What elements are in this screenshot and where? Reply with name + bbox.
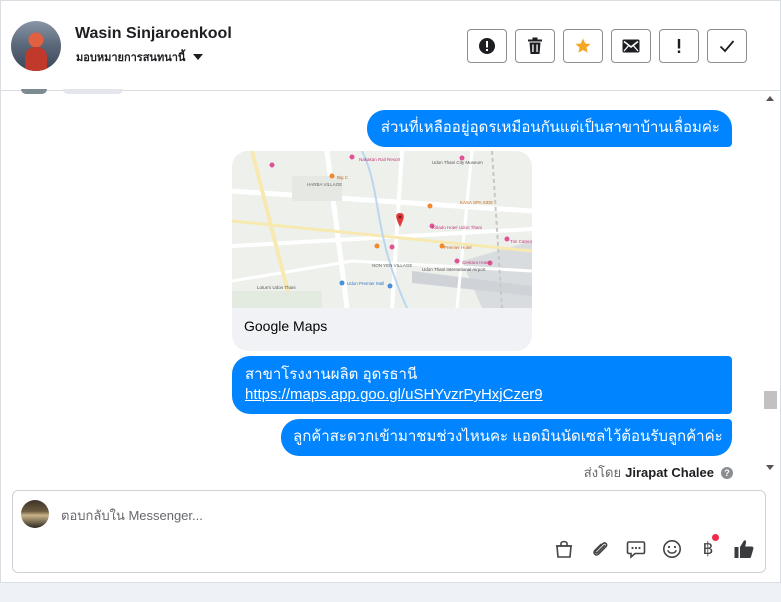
chat-bubble-icon <box>626 541 646 559</box>
previous-message-bubble <box>63 89 123 94</box>
assign-conversation-dropdown[interactable]: มอบหมายการสนทนานี้ <box>76 48 204 66</box>
scroll-up-arrow-icon[interactable] <box>766 96 774 101</box>
attach-button[interactable] <box>589 538 611 560</box>
contact-name[interactable]: Wasin Sinjaroenkool <box>75 25 232 43</box>
important-button[interactable] <box>659 29 699 63</box>
scroll-down-arrow-icon[interactable] <box>766 465 774 470</box>
message-bubble[interactable]: สาขาโรงงานผลิต อุดรธานี https://maps.app… <box>232 356 732 414</box>
svg-text:Udon Thani International Airpo: Udon Thani International Airport <box>422 267 486 272</box>
bag-button[interactable] <box>553 538 575 560</box>
svg-text:Tim Catering: Tim Catering <box>510 239 532 244</box>
payment-button[interactable]: ฿ <box>697 534 719 560</box>
check-icon <box>719 40 735 53</box>
alert-circle-icon <box>479 38 495 54</box>
message-scrollbar[interactable] <box>762 91 779 478</box>
saved-replies-button[interactable] <box>625 538 647 560</box>
exclamation-icon <box>677 39 681 53</box>
page-footer-strip <box>0 583 781 602</box>
sent-by-name[interactable]: Jirapat Chalee <box>625 465 714 480</box>
scroll-thumb[interactable] <box>764 391 777 409</box>
sent-by-line: ส่งโดย Jirapat Chalee ? <box>561 462 733 483</box>
message-bubble[interactable]: ส่วนที่เหลืออยู่อุดรเหมือนกันแต่เป็นสาขา… <box>367 110 732 147</box>
map-attachment-card[interactable]: Nakakan Rail Resort Udon Thani City Muse… <box>232 151 532 351</box>
emoji-button[interactable] <box>661 538 683 560</box>
conversation-header: Wasin Sinjaroenkool มอบหมายการสนทนานี้ <box>1 1 780 91</box>
page-avatar <box>21 500 49 528</box>
svg-text:Lotus's Udon Thani: Lotus's Udon Thani <box>257 285 296 290</box>
assign-label: มอบหมายการสนทนานี้ <box>76 52 186 64</box>
sent-by-prefix: ส่งโดย <box>583 465 622 480</box>
svg-text:Kitlado Hotel Udon Thani: Kitlado Hotel Udon Thani <box>432 225 482 230</box>
message-text: สาขาโรงงานผลิต อุดรธานี <box>245 366 418 383</box>
bag-icon <box>556 540 572 558</box>
trash-icon <box>528 37 542 54</box>
svg-text:Udon Premier Mall: Udon Premier Mall <box>347 281 384 286</box>
message-bubble[interactable]: ลูกค้าสะดวกเข้ามาชมช่วงไหนคะ แอดมินนัดเซ… <box>281 419 732 456</box>
conversation-panel: Wasin Sinjaroenkool มอบหมายการสนทนานี้ ส… <box>0 0 781 583</box>
star-icon <box>575 38 591 53</box>
delete-button[interactable] <box>515 29 555 63</box>
thumbs-up-icon <box>734 540 754 558</box>
like-button[interactable] <box>733 538 755 560</box>
map-card-title: Google Maps <box>244 318 328 334</box>
reply-input[interactable] <box>61 506 661 524</box>
baht-icon: ฿ <box>702 539 714 559</box>
notification-dot <box>712 534 719 541</box>
spam-button[interactable] <box>467 29 507 63</box>
map-preview-image: Nakakan Rail Resort Udon Thani City Muse… <box>232 151 532 308</box>
done-button[interactable] <box>707 29 747 63</box>
svg-text:Udon Thani City Museum: Udon Thani City Museum <box>432 160 483 165</box>
reply-composer: ฿ <box>12 490 766 573</box>
envelope-icon <box>622 39 640 53</box>
svg-text:Centara Hotel: Centara Hotel <box>462 260 490 265</box>
svg-text:HARBA VILLAGE: HARBA VILLAGE <box>307 182 342 187</box>
contact-avatar[interactable] <box>11 21 61 71</box>
follow-up-button[interactable] <box>563 29 603 63</box>
previous-sender-avatar <box>21 89 47 94</box>
smiley-icon <box>663 540 681 558</box>
paperclip-icon <box>593 542 608 556</box>
svg-text:Nakakan Rail Resort: Nakakan Rail Resort <box>359 157 401 162</box>
mark-unread-button[interactable] <box>611 29 651 63</box>
svg-text:Premier Hotel: Premier Hotel <box>444 245 472 250</box>
help-icon[interactable]: ? <box>721 466 733 479</box>
svg-text:KASA SPA SIDE: KASA SPA SIDE <box>460 200 493 205</box>
svg-text:NON YEN VILLAGE: NON YEN VILLAGE <box>372 263 412 268</box>
chevron-down-icon <box>193 54 204 60</box>
svg-text:Big C: Big C <box>337 175 349 180</box>
map-link[interactable]: https://maps.app.goo.gl/uSHYvzrPyHxjCzer… <box>245 385 719 405</box>
